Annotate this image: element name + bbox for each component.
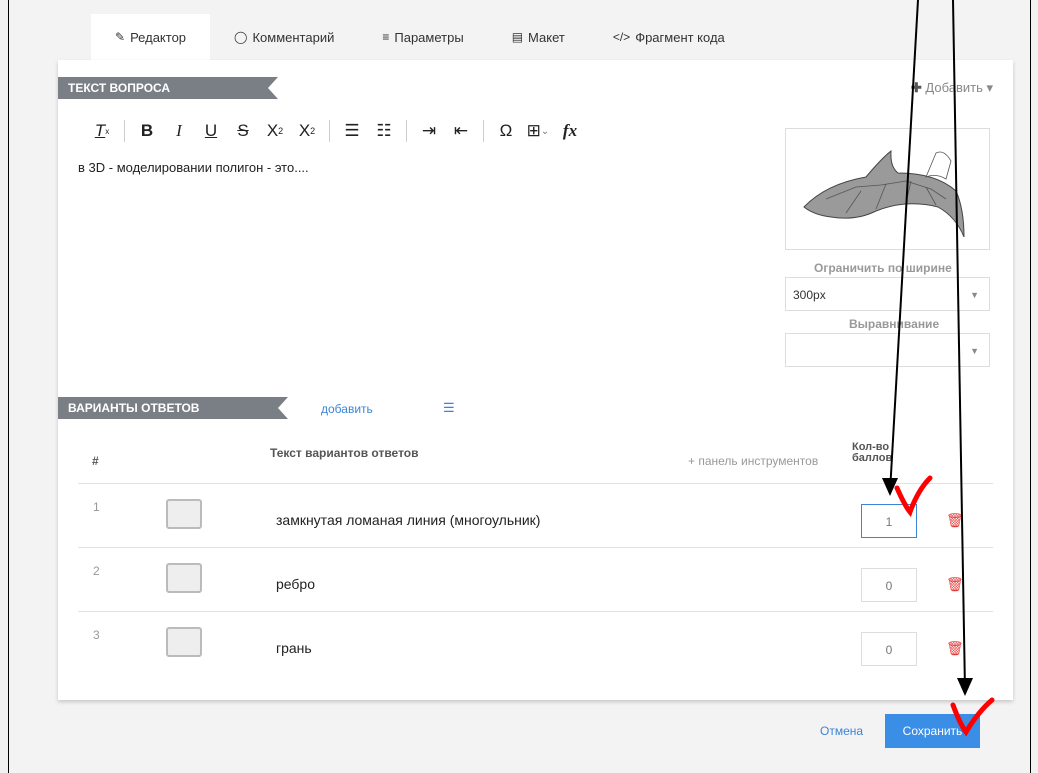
special-char-icon[interactable]: Ω [490, 118, 522, 144]
cancel-button[interactable]: Отмена [820, 724, 863, 738]
row-number: 1 [93, 500, 100, 514]
tab-label: Фрагмент кода [635, 29, 725, 45]
add-dropdown[interactable]: ✚ Добавить ▾ [911, 80, 993, 96]
table-icon[interactable]: ⊞ ⌄ [522, 118, 554, 144]
superscript-icon[interactable]: X2 [291, 118, 323, 144]
frame-border-right [1030, 0, 1031, 773]
answer-text[interactable]: замкнутая ломаная линия (многоульник) [276, 512, 540, 528]
trash-icon[interactable]: 🗑 [946, 640, 964, 657]
editor-tabs: ✎ Редактор ◯ Комментарий ≡ Параметры ▤ Макет… [91, 14, 749, 60]
add-answer-link[interactable]: добавить [321, 402, 373, 416]
tab-label: Параметры [394, 29, 464, 45]
bold-icon[interactable]: B [131, 118, 163, 144]
answer-text[interactable]: грань [276, 640, 312, 656]
comment-icon: ◯ [234, 30, 248, 44]
save-button[interactable]: Сохранить [885, 714, 980, 748]
col-num: # [92, 454, 99, 468]
tab-label: Редактор [130, 29, 187, 45]
rich-text-toolbar: Tx B I U S X2 X2 ☰ ☷ ⇥ ⇤ Ω ⊞ ⌄ fx [86, 118, 586, 144]
image-placeholder-icon[interactable] [166, 627, 202, 657]
tab-parameters[interactable]: ≡ Параметры [358, 14, 487, 60]
tab-label: Комментарий [252, 29, 335, 45]
trash-icon[interactable]: 🗑 [946, 576, 964, 593]
width-select-value: 300px [793, 288, 826, 302]
caret-down-icon: ▼ [970, 290, 979, 300]
score-input[interactable]: 1 [861, 504, 917, 538]
frame-border-left [8, 0, 9, 773]
trash-icon[interactable]: 🗑 [946, 512, 964, 529]
outdent-icon[interactable]: ⇤ [445, 118, 477, 144]
layout-icon: ▤ [511, 30, 524, 44]
italic-icon[interactable]: I [163, 118, 195, 144]
toolbar-toggle-link[interactable]: + панель инструментов [688, 454, 818, 468]
col-answer-text: Текст вариантов ответов [270, 446, 419, 460]
sliders-icon: ≡ [382, 30, 390, 44]
answers-section-title: ВАРИАНТЫ ОТВЕТОВ [58, 397, 288, 419]
tab-code-snippet[interactable]: </> Фрагмент кода [589, 14, 749, 60]
row-number: 2 [93, 564, 100, 578]
tab-editor[interactable]: ✎ Редактор [91, 14, 211, 60]
score-input[interactable]: 0 [861, 632, 917, 666]
question-image[interactable] [785, 128, 990, 250]
underline-icon[interactable]: U [195, 118, 227, 144]
subscript-icon[interactable]: X2 [259, 118, 291, 144]
bullet-list-icon[interactable]: ☷ [368, 118, 400, 144]
strikethrough-icon[interactable]: S [227, 118, 259, 144]
add-label: Добавить [925, 80, 983, 95]
width-select[interactable]: 300px ▼ [785, 277, 990, 311]
caret-down-icon: ▼ [970, 346, 979, 356]
dolphin-image [803, 149, 965, 238]
width-limit-label: Ограничить по ширине [814, 261, 952, 275]
image-placeholder-icon[interactable] [166, 563, 202, 593]
toolbar-divider [406, 120, 407, 142]
table-row: 3 грань 0 🗑 [78, 611, 993, 676]
code-icon: </> [612, 30, 631, 44]
score-input[interactable]: 0 [861, 568, 917, 602]
tab-layout[interactable]: ▤ Макет [488, 14, 589, 60]
alignment-select[interactable]: ▼ [785, 333, 990, 367]
answers-table-header: # Текст вариантов ответов + панель инстр… [58, 441, 1013, 483]
toolbar-divider [329, 120, 330, 142]
table-row: 1 замкнутая ломаная линия (многоульник) … [78, 483, 993, 548]
toolbar-divider [124, 120, 125, 142]
caret-down-icon: ▾ [986, 80, 993, 95]
alignment-label: Выравнивание [849, 317, 940, 331]
question-card: ТЕКСТ ВОПРОСА ✚ Добавить ▾ Tx B I U S X2… [58, 60, 1013, 700]
image-placeholder-icon[interactable] [166, 499, 202, 529]
clear-format-icon[interactable]: Tx [86, 118, 118, 144]
tab-comment[interactable]: ◯ Комментарий [210, 14, 358, 60]
tab-label: Макет [528, 29, 565, 45]
question-section-title: ТЕКСТ ВОПРОСА [58, 77, 278, 99]
col-score: Кол-во баллов [852, 441, 893, 464]
indent-icon[interactable]: ⇥ [413, 118, 445, 144]
list-icon[interactable]: ☰ [443, 400, 455, 416]
question-text[interactable]: в 3D - моделировании полигон - это.... [78, 160, 309, 175]
toolbar-divider [483, 120, 484, 142]
numbered-list-icon[interactable]: ☰ [336, 118, 368, 144]
pencil-icon: ✎ [115, 30, 126, 44]
answer-text[interactable]: ребро [276, 576, 315, 592]
plus-icon: ✚ [910, 80, 922, 95]
table-row: 2 ребро 0 🗑 [78, 547, 993, 612]
row-number: 3 [93, 628, 100, 642]
formula-icon[interactable]: fx [554, 118, 586, 144]
